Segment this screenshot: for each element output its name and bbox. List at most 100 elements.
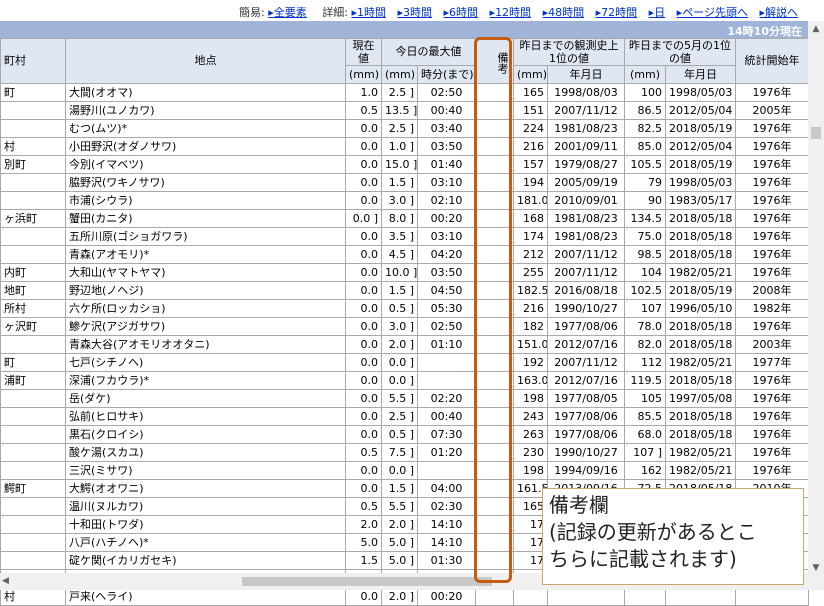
record1-date-cell: 1977/08/05 (547, 389, 625, 408)
link-day[interactable]: ▸日 (649, 6, 666, 19)
record2-value-cell (624, 587, 666, 606)
town-cell: 別町 (0, 155, 66, 174)
town-cell: 内町 (0, 263, 66, 282)
town-cell (0, 119, 66, 138)
current-cell: 0.0 (345, 155, 382, 174)
place-cell: 大間(オオマ) (65, 83, 346, 102)
scroll-thumb[interactable] (811, 127, 821, 139)
current-cell: 0.0 (345, 335, 382, 354)
table-row: 浦町 深浦(フカウラ)* 0.0 0.0 ] 163.0 2012/07/16 119.5 2… (0, 371, 809, 390)
link-explanation[interactable]: ▸解説へ (759, 6, 798, 19)
current-cell: 0.0 (345, 317, 382, 336)
record2-value-cell: 162 (624, 461, 666, 480)
today-max-cell: 2.5 ] (381, 83, 418, 102)
start-year-cell: 2003年 (735, 335, 809, 354)
start-year-cell: 1976年 (735, 173, 809, 192)
header-date: 年月日 (665, 65, 736, 84)
current-cell: 5.0 (345, 533, 382, 552)
record1-date-cell: 2005/09/19 (547, 173, 625, 192)
start-year-cell: 1976年 (735, 119, 809, 138)
table-row: 弘前(ヒロサキ) 0.0 2.5 ] 00:40 243 1977/08/06 85.5 20… (0, 407, 809, 426)
current-cell: 0.0 (345, 299, 382, 318)
place-cell: 野辺地(ノヘジ) (65, 281, 346, 300)
record2-value-cell: 105 (624, 389, 666, 408)
record2-value-cell: 134.5 (624, 209, 666, 228)
table-row: 町七戸(シチノヘ) 0.0 0.0 ] 192 2007/11/12 112 1982/05… (0, 353, 809, 372)
time-cell: 02:10 (417, 191, 476, 210)
time-cell: 05:30 (417, 299, 476, 318)
record2-value-cell: 86.5 (624, 101, 666, 120)
scroll-corner (808, 573, 824, 590)
record1-value-cell: 230 (513, 443, 548, 462)
today-max-cell: 0.5 ] (381, 299, 418, 318)
today-max-cell: 5.5 ] (381, 497, 418, 516)
current-cell: 0.0 (345, 137, 382, 156)
record2-value-cell: 75.0 (624, 227, 666, 246)
today-max-cell: 1.5 ] (381, 173, 418, 192)
record1-date-cell: 1994/09/16 (547, 461, 625, 480)
triangle-up-icon[interactable]: ▲ (808, 21, 824, 37)
header-place: 地点 (65, 38, 346, 84)
triangle-left-icon[interactable]: ◀ (2, 573, 9, 590)
record2-date-cell: 2018/05/18 (665, 335, 736, 354)
place-cell: 酸ケ湯(スカユ) (65, 443, 346, 462)
scroll-thumb[interactable] (242, 577, 492, 586)
link-3h[interactable]: ▸3時間 (397, 6, 432, 19)
town-cell: ヶ沢町 (0, 317, 66, 336)
town-cell: 村 (0, 587, 66, 606)
record1-value-cell: 224 (513, 119, 548, 138)
today-max-cell: 3.0 ] (381, 191, 418, 210)
record1-value-cell: 192 (513, 353, 548, 372)
place-cell: 青森(アオモリ)* (65, 245, 346, 264)
header-unit: (mm) (345, 65, 382, 84)
table-row: 青森大谷(アオモリオオタニ) 0.0 2.0 ] 01:10 151.0 2012/07/… (0, 335, 809, 354)
link-72h[interactable]: ▸72時間 (596, 6, 638, 19)
today-max-cell: 3.5 ] (381, 227, 418, 246)
link-6h[interactable]: ▸6時間 (444, 6, 479, 19)
today-max-cell: 0.0 ] (381, 371, 418, 390)
start-year-cell: 1976年 (735, 155, 809, 174)
link-1h[interactable]: ▸1時間 (351, 6, 386, 19)
time-cell: 02:30 (417, 497, 476, 516)
current-cell: 2.0 (345, 515, 382, 534)
record1-value-cell: 182 (513, 317, 548, 336)
town-cell: 所村 (0, 299, 66, 318)
start-year-cell: 2008年 (735, 281, 809, 300)
record1-value-cell: 163.0 (513, 371, 548, 390)
record2-date-cell: 1982/05/21 (665, 443, 736, 462)
current-cell: 0.0 (345, 407, 382, 426)
start-year-cell: 1976年 (735, 245, 809, 264)
time-cell: 03:40 (417, 119, 476, 138)
vertical-scrollbar[interactable]: ▲ ▼ (808, 21, 824, 576)
record2-value-cell: 82.0 (624, 335, 666, 354)
record1-value-cell: 174 (513, 227, 548, 246)
record2-value-cell: 107 (624, 299, 666, 318)
table-row: むつ(ムツ)* 0.0 2.5 ] 03:40 224 1981/08/23 82.5 201… (0, 119, 809, 138)
link-page-top[interactable]: ▸ページ先頭へ (677, 6, 748, 19)
link-12h[interactable]: ▸12時間 (490, 6, 532, 19)
link-48h[interactable]: ▸48時間 (543, 6, 585, 19)
link-all-elements[interactable]: ▸全要素 (268, 6, 307, 19)
record1-date-cell: 2012/07/16 (547, 335, 625, 354)
town-cell (0, 101, 66, 120)
time-cell: 04:50 (417, 281, 476, 300)
time-cell: 02:20 (417, 389, 476, 408)
place-cell: 大和山(ヤマトヤマ) (65, 263, 346, 282)
today-max-cell: 1.5 ] (381, 281, 418, 300)
record1-value-cell: 243 (513, 407, 548, 426)
town-cell: 村 (0, 137, 66, 156)
record2-value-cell: 100 (624, 83, 666, 102)
current-cell: 1.5 (345, 551, 382, 570)
record1-value-cell: 165 (513, 83, 548, 102)
record1-date-cell (547, 587, 625, 606)
record2-date-cell: 1982/05/21 (665, 461, 736, 480)
place-cell: 脇野沢(ワキノサワ) (65, 173, 346, 192)
current-cell: 0.5 (345, 497, 382, 516)
table-row: ヶ浜町 蟹田(カニタ) 0.0 ] 8.0 ] 00:20 168 1981/08/23 13… (0, 209, 809, 228)
record1-value-cell: 198 (513, 461, 548, 480)
table-row: 脇野沢(ワキノサワ) 0.0 1.5 ] 03:10 194 2005/09/19 79 19… (0, 173, 809, 192)
town-cell (0, 425, 66, 444)
place-cell: 黒石(クロイシ) (65, 425, 346, 444)
record2-date-cell: 2018/05/18 (665, 209, 736, 228)
today-max-cell: 8.0 ] (381, 209, 418, 228)
